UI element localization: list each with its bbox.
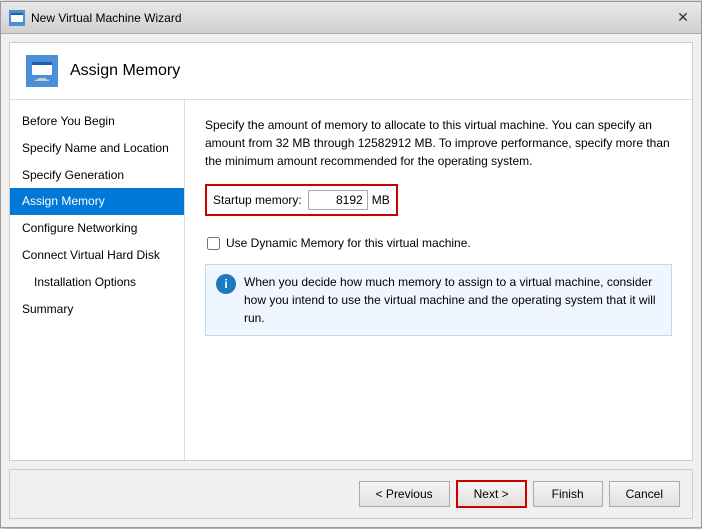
sidebar: Before You Begin Specify Name and Locati… (10, 100, 185, 460)
sidebar-item-specify-name-location[interactable]: Specify Name and Location (10, 135, 184, 162)
sidebar-item-installation-options[interactable]: Installation Options (10, 269, 184, 296)
memory-input-container: Startup memory: MB (205, 184, 672, 226)
next-button[interactable]: Next > (456, 480, 527, 508)
sidebar-item-summary[interactable]: Summary (10, 296, 184, 323)
startup-memory-label: Startup memory: (213, 193, 302, 207)
memory-input-row: Startup memory: MB (205, 184, 398, 216)
panel: Specify the amount of memory to allocate… (185, 100, 692, 460)
sidebar-item-configure-networking[interactable]: Configure Networking (10, 215, 184, 242)
sidebar-item-assign-memory[interactable]: Assign Memory (10, 188, 184, 215)
sidebar-item-specify-generation[interactable]: Specify Generation (10, 162, 184, 189)
close-button[interactable]: ✕ (673, 8, 693, 28)
dynamic-memory-checkbox[interactable] (207, 237, 220, 250)
memory-unit-label: MB (372, 193, 390, 207)
footer: < Previous Next > Finish Cancel (9, 469, 693, 519)
finish-button[interactable]: Finish (533, 481, 603, 507)
page-header: Assign Memory (10, 43, 692, 100)
description-text: Specify the amount of memory to allocate… (205, 116, 672, 170)
info-icon: i (216, 274, 236, 294)
startup-memory-input[interactable] (308, 190, 368, 210)
sidebar-item-connect-virtual-hard-disk[interactable]: Connect Virtual Hard Disk (10, 242, 184, 269)
window-title: New Virtual Machine Wizard (31, 11, 673, 25)
dynamic-memory-row: Use Dynamic Memory for this virtual mach… (207, 236, 672, 250)
cancel-button[interactable]: Cancel (609, 481, 680, 507)
header-icon (26, 55, 58, 87)
window-icon (9, 10, 25, 26)
main-section: Before You Begin Specify Name and Locati… (10, 100, 692, 460)
page-title: Assign Memory (70, 62, 180, 80)
sidebar-item-before-you-begin[interactable]: Before You Begin (10, 108, 184, 135)
info-box: i When you decide how much memory to ass… (205, 264, 672, 336)
content-area: Assign Memory Before You Begin Specify N… (9, 42, 693, 461)
wizard-window: New Virtual Machine Wizard ✕ Assign Memo… (0, 1, 702, 528)
dynamic-memory-label[interactable]: Use Dynamic Memory for this virtual mach… (226, 236, 471, 250)
previous-button[interactable]: < Previous (359, 481, 450, 507)
info-text: When you decide how much memory to assig… (244, 273, 661, 327)
title-bar: New Virtual Machine Wizard ✕ (1, 2, 701, 34)
